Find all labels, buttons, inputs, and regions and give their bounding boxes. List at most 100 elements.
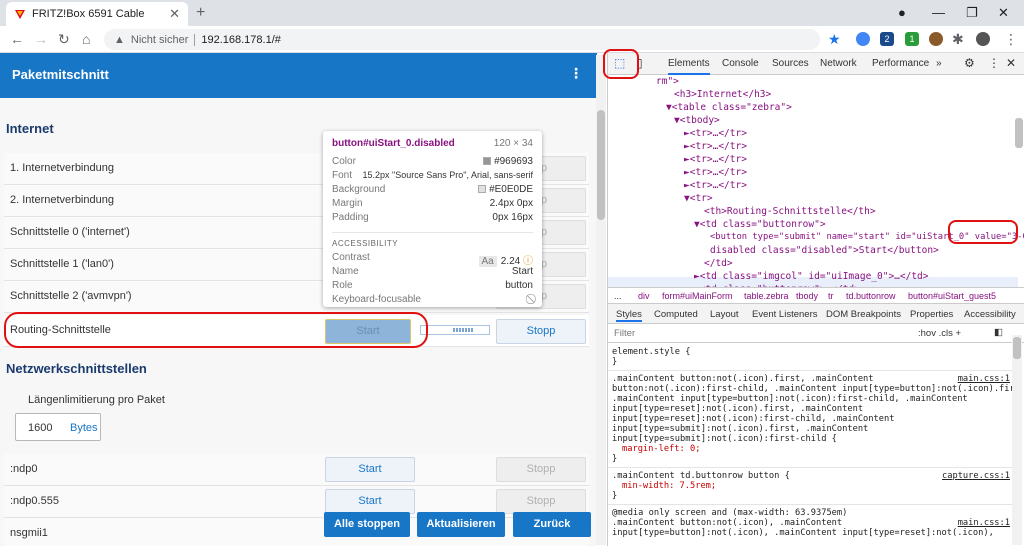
breadcrumb-item[interactable]: table.zebra [744,291,789,301]
sidebar-toggle-icon[interactable]: ◧ [994,327,1003,338]
stop-all-button[interactable]: Alle stoppen [324,512,410,537]
dom-node[interactable]: ►<tr>…</tr> [684,140,747,153]
breadcrumb-item[interactable]: td.buttonrow [846,291,896,301]
tab-computed[interactable]: Computed [654,309,698,320]
styles-scrollbar[interactable] [1012,335,1022,545]
stop-button[interactable]: Stopp [496,457,586,482]
new-tab-icon[interactable]: + [196,4,205,22]
breadcrumb-item[interactable]: form#uiMainForm [662,291,733,301]
tab-elements[interactable]: Elements [668,58,710,75]
stop-button[interactable]: Stopp [496,489,586,514]
gear-icon[interactable]: ⚙ [964,56,975,70]
breadcrumb-item[interactable]: div [638,291,650,301]
color-swatch [478,185,487,194]
tab-event-listeners[interactable]: Event Listeners [752,309,817,320]
row-label: Schnittstelle 0 ('internet') [10,226,130,238]
tab-dom-breakpoints[interactable]: DOM Breakpoints [826,309,901,320]
back-icon[interactable]: ← [10,31,24,47]
dom-node[interactable]: ▼<table class="zebra"> [666,101,792,114]
stylesheet-link[interactable]: capture.css:1 [942,471,1010,482]
menu-kebab-icon[interactable]: ⋮ [1004,31,1018,48]
page-scrollbar[interactable] [596,55,606,545]
tab-styles[interactable]: Styles [616,309,642,322]
forward-icon[interactable]: → [34,31,48,47]
warning-icon[interactable]: ▲ [114,34,125,46]
profile-dot-icon[interactable]: ● [898,5,906,20]
tab-accessibility[interactable]: Accessibility [964,309,1016,320]
length-input-value[interactable]: 1600 [28,422,52,434]
dom-node[interactable]: <th>Routing-Schnittstelle</th> [704,205,876,218]
css-declaration[interactable]: margin-left: 0; [622,444,700,455]
breadcrumb-item[interactable]: tbody [796,291,818,301]
length-input[interactable]: 1600 Bytes [15,413,101,441]
page-title: Paketmitschnitt [12,67,109,82]
filter-tools[interactable]: :hov .cls + [918,328,961,339]
close-window-icon[interactable]: ✕ [998,5,1009,21]
minimize-icon[interactable]: — [932,5,945,20]
tooltip-row: Margin 2.4px 0px [332,198,533,212]
address-bar[interactable]: ▲ Nicht sicher 192.168.178.1/# [104,29,820,50]
bookmark-star-icon[interactable]: ★ [828,31,841,48]
extension-badge-icon[interactable]: 1 [905,32,919,46]
stylesheet-link[interactable]: main.css:1 [958,374,1010,385]
start-button[interactable]: Start [325,489,415,514]
start-button[interactable]: Start [325,457,415,482]
dom-node[interactable]: <h3>Internet</h3> [674,88,771,101]
tooltip-value: #969693 [494,156,533,167]
dom-scrollbar-thumb[interactable] [1015,118,1023,148]
breadcrumb-item[interactable]: button#uiStart_guest5 [908,291,996,301]
tab-console[interactable]: Console [722,58,759,69]
filter-input[interactable]: Filter [614,328,635,339]
reload-icon[interactable]: ↻ [58,31,70,48]
css-rule-line: .mainContent input[type=button]:not(.ico… [612,394,968,404]
restore-icon[interactable]: ❐ [966,5,978,21]
close-tab-icon[interactable]: ✕ [169,6,180,22]
row-label: 2. Internetverbindung [10,194,114,206]
tab-performance[interactable]: Performance [872,58,929,69]
breadcrumb-item[interactable]: tr [828,291,834,301]
css-declaration[interactable]: min-width: 7.5rem; [622,481,716,492]
extension-badge-icon[interactable]: 2 [880,32,894,46]
menu-kebab-icon[interactable]: ⋮ [569,65,583,82]
row-label: 1. Internetverbindung [10,162,114,174]
dom-node[interactable]: disabled class="disabled">Start</button> [710,244,939,257]
extension-icon[interactable] [929,32,943,46]
tab-sources[interactable]: Sources [772,58,809,69]
dom-node[interactable]: ►<tr>…</tr> [684,127,747,140]
dom-node[interactable]: ►<td class="imgcol" id="uiImage_0">…</td… [694,270,929,283]
menu-kebab-icon[interactable]: ⋮ [988,56,1000,70]
tab-properties[interactable]: Properties [910,309,953,320]
puzzle-extensions-icon[interactable]: ✱ [952,31,964,48]
devtools-panel: ⬚ ▯ Elements Console Sources Network Per… [607,53,1024,546]
extension-icon[interactable] [856,32,870,46]
tab-network[interactable]: Network [820,58,857,69]
tab-layout[interactable]: Layout [710,309,739,320]
dom-node[interactable]: </td> [704,257,733,270]
progress-fill [453,328,473,332]
refresh-button[interactable]: Aktualisieren [417,512,505,537]
tooltip-selector: button#uiStart_0.disabled [332,138,455,149]
row-label: :ndp0.555 [10,495,59,507]
browser-tab[interactable]: FRITZ!Box 6591 Cable ✕ [6,2,188,26]
dom-node[interactable]: ►<tr>…</tr> [684,166,747,179]
home-icon[interactable]: ⌂ [82,31,90,47]
dom-node[interactable]: ►<tr>…</tr> [684,179,747,192]
url-text[interactable]: 192.168.178.1/# [201,34,281,46]
more-tabs-icon[interactable]: » [936,58,942,69]
css-rule-line: input[type=submit]:not(.icon):first-chil… [612,434,837,444]
back-button[interactable]: Zurück [513,512,591,537]
avatar[interactable] [976,32,990,46]
dom-node[interactable]: ▼<tbody> [674,114,720,127]
scrollbar-thumb[interactable] [597,110,605,220]
dom-node[interactable]: rm"> [656,75,679,88]
security-label[interactable]: Nicht sicher [131,34,188,46]
breadcrumb-item[interactable]: ... [614,291,622,301]
stop-button[interactable]: Stopp [496,319,586,344]
close-icon[interactable]: ✕ [1006,56,1016,70]
annotation-ring-routing-row [4,312,428,348]
dom-node[interactable]: ▼<tr> [684,192,713,205]
dom-node[interactable]: ▼<td class="buttonrow"> [694,218,826,231]
dom-node[interactable]: ►<tr>…</tr> [684,153,747,166]
stylesheet-link[interactable]: main.css:1 [958,518,1010,529]
scrollbar-thumb[interactable] [1013,337,1021,359]
